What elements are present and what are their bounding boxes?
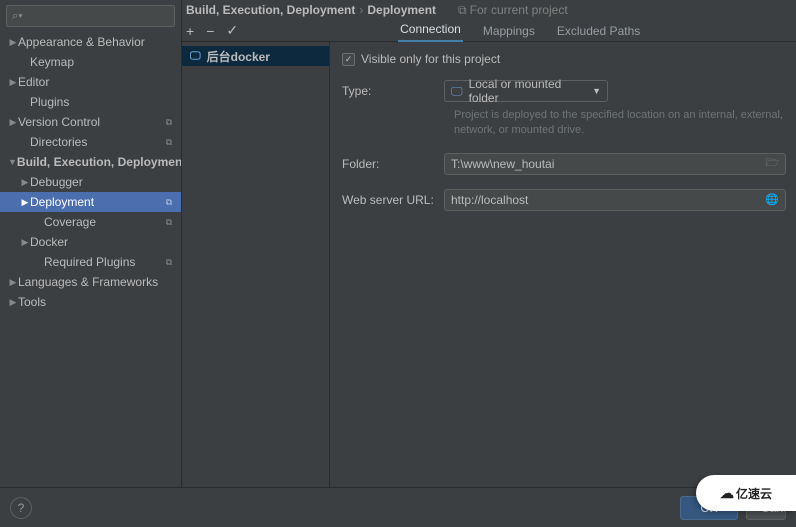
folder-icon: 🖵 (451, 84, 463, 99)
visible-only-label: Visible only for this project (361, 52, 500, 66)
chevron-right-icon: › (359, 3, 363, 17)
tab-excluded-paths[interactable]: Excluded Paths (555, 24, 642, 42)
type-label: Type: (342, 84, 434, 98)
folder-input[interactable]: T:\www\new_houtai 🗁 (444, 153, 786, 175)
tree-item-label: Editor (18, 75, 163, 89)
tree-item[interactable]: Languages & Frameworks (0, 272, 181, 292)
folder-label: Folder: (342, 157, 434, 171)
tree-item[interactable]: Tools (0, 292, 181, 312)
project-scope-icon: ⧉ (163, 217, 175, 228)
type-value: Local or mounted folder (469, 77, 587, 105)
settings-sidebar: ⌕▾ Appearance & Behavior Keymap Editor Plug… (0, 0, 182, 487)
tree-item[interactable]: Debugger (0, 172, 181, 192)
tree-item[interactable]: Required Plugins⧉ (0, 252, 181, 272)
tree-item[interactable]: Version Control⧉ (0, 112, 181, 132)
tree-item-label: Tools (18, 295, 163, 309)
tree-item[interactable]: Coverage⧉ (0, 212, 181, 232)
url-input[interactable]: http://localhost 🌐 (444, 189, 786, 211)
tree-item[interactable]: Editor (0, 72, 181, 92)
tree-item[interactable]: Appearance & Behavior (0, 32, 181, 52)
expand-arrow-icon (8, 117, 18, 128)
tab-connection[interactable]: Connection (398, 22, 463, 42)
tree-item[interactable]: Directories⧉ (0, 132, 181, 152)
server-name: 后台docker (207, 48, 270, 65)
tree-item-label: Languages & Frameworks (18, 275, 163, 289)
cloud-icon: ☁ (720, 485, 733, 502)
expand-arrow-icon (20, 197, 30, 208)
expand-arrow-icon (20, 177, 30, 188)
tree-item-label: Deployment (30, 195, 163, 209)
tree-item[interactable]: Deployment⧉ (0, 192, 181, 212)
expand-arrow-icon (8, 157, 17, 167)
breadcrumb-leaf: Deployment (367, 3, 436, 17)
visible-only-checkbox[interactable]: ✓ (342, 53, 355, 66)
apply-icon[interactable]: ✓ (226, 22, 238, 39)
server-list: 🖵 后台docker (182, 42, 330, 487)
deployment-tabs: Connection Mappings Excluded Paths (398, 20, 642, 42)
dialog-footer: ? OK Cancel (0, 487, 796, 527)
project-scope-icon: ⧉ (163, 117, 175, 128)
tree-item[interactable]: Build, Execution, Deployment (0, 152, 181, 172)
open-browser-icon[interactable]: 🌐 (765, 193, 779, 206)
tree-item-label: Keymap (30, 55, 163, 69)
help-button[interactable]: ? (10, 497, 32, 519)
tree-item-label: Directories (30, 135, 163, 149)
project-scope-icon: ⧉ (163, 197, 175, 208)
tree-item[interactable]: Docker (0, 232, 181, 252)
project-scope-icon: ⧉ (163, 257, 175, 268)
breadcrumb-root: Build, Execution, Deployment (186, 3, 355, 17)
server-item[interactable]: 🖵 后台docker (182, 46, 329, 66)
add-button[interactable]: + (186, 23, 194, 39)
settings-tree: Appearance & Behavior Keymap Editor Plugins… (0, 30, 181, 487)
breadcrumb: Build, Execution, Deployment › Deploymen… (182, 0, 796, 20)
browse-icon[interactable]: 🗁 (765, 154, 779, 173)
search-input[interactable]: ⌕▾ (6, 5, 175, 27)
remove-button[interactable]: − (206, 23, 214, 39)
type-select[interactable]: 🖵 Local or mounted folder ▼ (444, 80, 608, 102)
tree-item-label: Required Plugins (44, 255, 163, 269)
expand-arrow-icon (8, 37, 18, 48)
expand-arrow-icon (8, 277, 18, 288)
project-scope-icon: ⧉ (163, 137, 175, 148)
connection-form: ✓ Visible only for this project Type: 🖵 … (330, 42, 796, 487)
tree-item-label: Appearance & Behavior (18, 35, 163, 49)
tree-item-label: Plugins (30, 95, 163, 109)
project-scope-icon: ⧉ (458, 3, 467, 18)
main-panel: Build, Execution, Deployment › Deploymen… (182, 0, 796, 487)
tree-item[interactable]: Plugins (0, 92, 181, 112)
tree-item-label: Debugger (30, 175, 163, 189)
scope-indicator: ⧉ For current project (458, 3, 568, 18)
expand-arrow-icon (8, 297, 18, 308)
tree-item-label: Docker (30, 235, 163, 249)
tree-item-label: Build, Execution, Deployment (17, 155, 181, 169)
tree-item-label: Coverage (44, 215, 163, 229)
watermark-overlay: ☁ 亿速云 (696, 475, 796, 511)
url-label: Web server URL: (342, 193, 434, 207)
tab-mappings[interactable]: Mappings (481, 24, 537, 42)
type-hint: Project is deployed to the specified loc… (342, 108, 786, 139)
tree-item[interactable]: Keymap (0, 52, 181, 72)
tree-item-label: Version Control (18, 115, 163, 129)
expand-arrow-icon (20, 237, 30, 248)
server-icon: 🖵 (190, 50, 201, 63)
server-toolbar: + − ✓ Connection Mappings Excluded Paths (182, 20, 796, 42)
chevron-down-icon: ▼ (592, 86, 601, 96)
search-icon: ⌕▾ (12, 10, 23, 23)
expand-arrow-icon (8, 77, 18, 88)
